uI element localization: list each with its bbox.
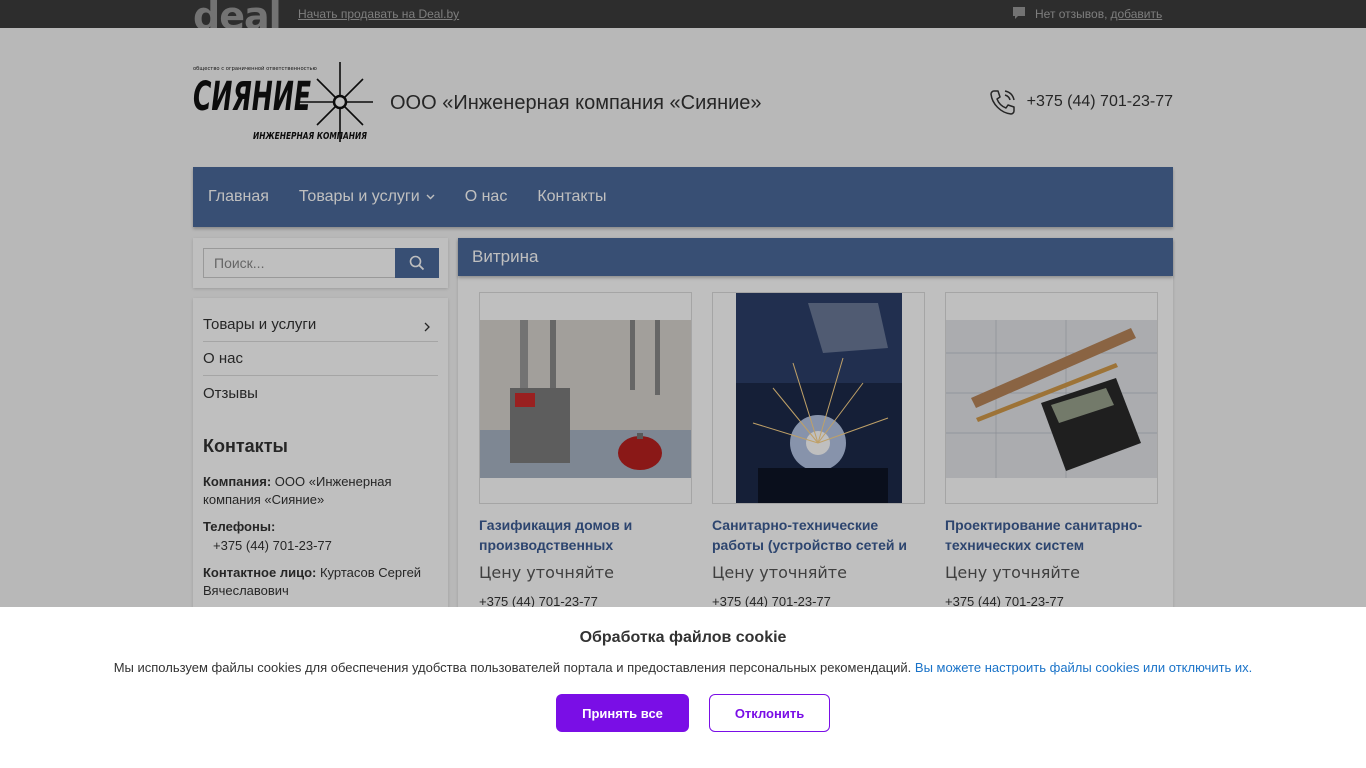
decline-button[interactable]: Отклонить <box>709 694 830 732</box>
cookie-text: Мы используем файлы cookies для обеспече… <box>0 660 1366 675</box>
cookie-settings-link[interactable]: Вы можете настроить файлы cookies или от… <box>915 660 1252 675</box>
cookie-description: Мы используем файлы cookies для обеспече… <box>113 660 912 675</box>
accept-all-button[interactable]: Принять все <box>556 694 689 732</box>
modal-backdrop <box>0 0 1366 607</box>
cookie-banner: Обработка файлов cookie Мы используем фа… <box>0 607 1366 768</box>
cookie-title: Обработка файлов cookie <box>579 629 787 646</box>
